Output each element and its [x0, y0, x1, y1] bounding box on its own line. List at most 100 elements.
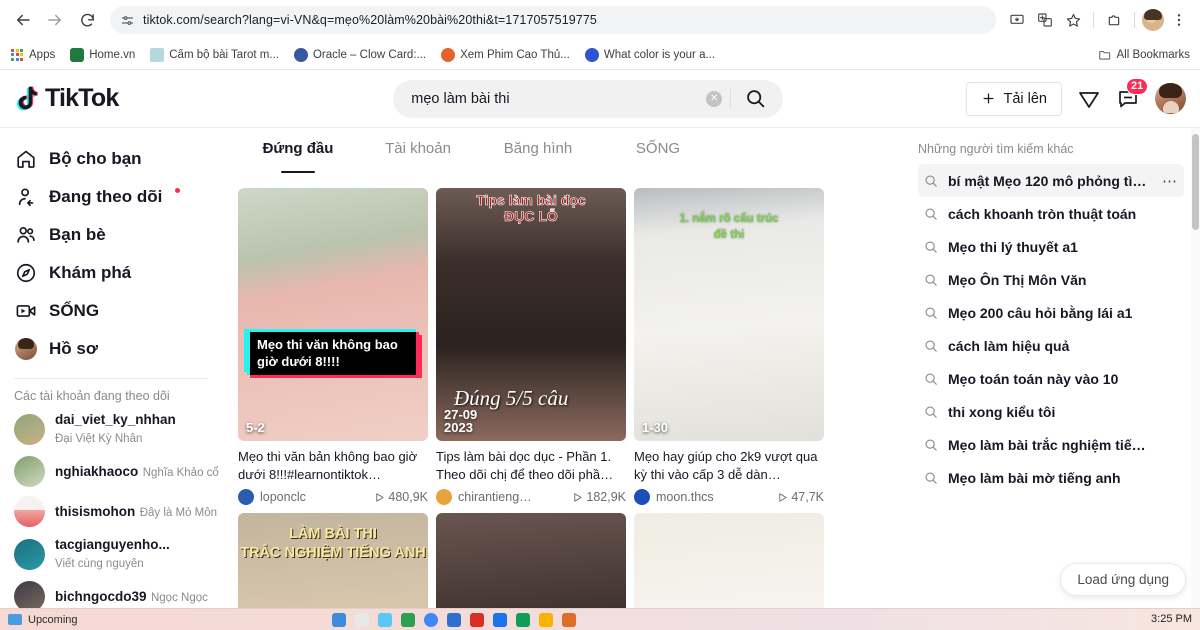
tab-videos[interactable]: Băng hình: [478, 132, 598, 170]
list-item[interactable]: Mẹo thi lý thuyết a1: [918, 230, 1184, 263]
search-icon[interactable]: [731, 82, 779, 116]
bookmark-star-icon[interactable]: [1060, 7, 1086, 33]
taskbar-app-icon[interactable]: [562, 612, 576, 627]
user-avatar[interactable]: [1155, 83, 1186, 114]
taskbar-app-icon[interactable]: [401, 612, 415, 627]
account-name: dai_viet_ky_nhhan: [55, 412, 176, 427]
sidebar-item-following[interactable]: Đang theo dõi: [14, 178, 224, 216]
list-item[interactable]: cách làm hiệu quả: [918, 329, 1184, 362]
taskbar-app-icon[interactable]: [447, 612, 461, 627]
tiktok-logo[interactable]: TikTok: [14, 84, 210, 113]
video-card[interactable]: Mẹo thi văn không bao giờ dưới 8!!!! 5-2…: [238, 188, 428, 505]
video-thumbnail[interactable]: 1. nắm rõ cấu trúc đề thi 1-30: [634, 188, 824, 441]
page-scrollbar[interactable]: [1191, 128, 1200, 630]
sidebar-item-live[interactable]: SỐNG: [14, 292, 224, 330]
list-item[interactable]: thisismohon Đây là Mỏ Môn: [14, 496, 224, 527]
thumbnail-overlay-text: 1. nắm rõ cấu trúc đề thi: [679, 213, 779, 241]
tarot-icon: [150, 47, 165, 62]
account-display-name: Ngọc Ngọc: [150, 591, 208, 604]
install-app-icon[interactable]: [1004, 7, 1030, 33]
tab-top[interactable]: Đứng đầu: [238, 132, 358, 170]
notification-dot: [175, 187, 181, 193]
bookmark-xemphim[interactable]: Xem Phim Cao Thủ...: [441, 47, 570, 62]
video-meta: loponclc 480,9K: [238, 489, 428, 505]
video-author[interactable]: moon.thcs: [656, 490, 771, 504]
wordpress-icon: [293, 47, 308, 62]
toolbar-divider: [1093, 12, 1094, 28]
more-dots-icon[interactable]: ⋯: [1162, 172, 1178, 190]
tiktok-note-icon: [16, 85, 41, 112]
chrome-profile-avatar[interactable]: [1142, 9, 1164, 31]
extensions-icon[interactable]: [1101, 7, 1127, 33]
taskbar-app-icon[interactable]: [355, 612, 369, 627]
taskbar-app-icon[interactable]: [493, 612, 507, 627]
tab-accounts[interactable]: Tài khoản: [358, 132, 478, 170]
translate-icon[interactable]: [1032, 7, 1058, 33]
all-bookmarks-button[interactable]: All Bookmarks: [1098, 48, 1190, 62]
plus-icon: [981, 91, 996, 106]
suggestion-text: cách khoanh tròn thuật toán: [948, 205, 1137, 222]
list-item[interactable]: Mẹo Ôn Thị Môn Văn: [918, 263, 1184, 296]
video-card[interactable]: 1. nắm rõ cấu trúc đề thi 1-30 Mẹo hay g…: [634, 188, 824, 505]
list-item[interactable]: dai_viet_ky_nhhan Đại Việt Kỳ Nhân: [14, 411, 224, 447]
taskbar-app-icon[interactable]: [424, 612, 438, 627]
taskbar-app-icon[interactable]: [516, 612, 530, 627]
upload-button[interactable]: Tải lên: [966, 81, 1062, 116]
bookmark-oracle[interactable]: Oracle – Clow Card:...: [293, 47, 426, 62]
bookmark-tarot[interactable]: Cẩm bộ bài Tarot m...: [150, 47, 279, 62]
forward-arrow-icon[interactable]: [40, 5, 70, 35]
friends-icon: [14, 224, 38, 246]
paper-plane-icon[interactable]: [1077, 87, 1101, 111]
taskbar-clock[interactable]: 3:25 PM: [1151, 613, 1192, 626]
list-item[interactable]: bí mật Mẹo 120 mô phỏng tì… ⋯: [918, 164, 1184, 197]
reload-icon[interactable]: [72, 5, 102, 35]
search-icon: [924, 438, 938, 452]
tab-label: Băng hình: [503, 140, 573, 157]
account-display-name: Đại Việt Kỳ Nhân: [55, 433, 143, 445]
taskbar-app-icon[interactable]: [378, 612, 392, 627]
bookmark-whatcolor[interactable]: What color is your a...: [584, 47, 715, 62]
list-item[interactable]: Mẹo làm bài trắc nghiệm tiế…: [918, 428, 1184, 461]
views-count: 480,9K: [388, 490, 428, 504]
list-item[interactable]: Mẹo toán toán này vào 10: [918, 362, 1184, 395]
load-app-button[interactable]: Load ứng dụng: [1060, 563, 1186, 596]
back-arrow-icon[interactable]: [8, 5, 38, 35]
sidebar-item-for-you[interactable]: Bộ cho bạn: [14, 140, 224, 178]
site-settings-icon[interactable]: [120, 13, 135, 28]
video-thumbnail[interactable]: Tips làm bài đọc ĐỤC LỖ Đúng 5/5 câu 27-…: [436, 188, 626, 441]
avatar: [14, 456, 45, 487]
video-thumbnail[interactable]: Mẹo thi văn không bao giờ dưới 8!!!! 5-2: [238, 188, 428, 441]
taskbar-app-icon[interactable]: [539, 612, 553, 627]
video-date-badge: 1-30: [642, 420, 669, 436]
tab-live[interactable]: SỐNG: [598, 132, 718, 170]
sidebar-item-explore[interactable]: Khám phá: [14, 254, 224, 292]
bookmark-apps[interactable]: Apps: [10, 48, 55, 62]
address-bar[interactable]: tiktok.com/search?lang=vi-VN&q=mẹo%20làm…: [110, 6, 996, 34]
video-author[interactable]: chirantieng…: [458, 490, 566, 504]
list-item[interactable]: nghiakhaoco Nghĩa Khảo cổ: [14, 456, 224, 487]
sidebar-item-friends[interactable]: Bạn bè: [14, 216, 224, 254]
list-item[interactable]: cách khoanh tròn thuật toán: [918, 197, 1184, 230]
clear-circle-icon[interactable]: ✕: [706, 90, 723, 107]
play-icon: [777, 492, 788, 503]
bookmark-home-vn[interactable]: Home.vn: [70, 47, 135, 62]
video-author[interactable]: loponclc: [260, 490, 368, 504]
search-bar[interactable]: mẹo làm bài thi ✕: [393, 79, 784, 118]
list-item[interactable]: thi xong kiểu tôi: [918, 395, 1184, 428]
sidebar-item-profile[interactable]: Hồ sơ: [14, 330, 224, 368]
taskbar-app-icon[interactable]: [470, 612, 484, 627]
play-icon: [572, 492, 583, 503]
tab-label: Đứng đầu: [262, 140, 334, 157]
search-input[interactable]: mẹo làm bài thi: [411, 91, 706, 107]
list-item[interactable]: Mẹo 200 câu hỏi bằng lái a1: [918, 296, 1184, 329]
left-sidebar: Bộ cho bạn Đang theo dõi Bạn bè Khám phá…: [0, 128, 224, 630]
list-item[interactable]: tacgianguyenho... Viết cùng nguyên: [14, 536, 224, 572]
video-card[interactable]: Tips làm bài đọc ĐỤC LỖ Đúng 5/5 câu 27-…: [436, 188, 626, 505]
upcoming-widget[interactable]: Upcoming: [8, 614, 78, 626]
message-badge: 21: [1126, 77, 1149, 95]
list-item[interactable]: Mẹo làm bài mờ tiếng anh: [918, 461, 1184, 494]
chrome-menu-icon[interactable]: [1166, 7, 1192, 33]
live-video-icon: [14, 300, 38, 322]
taskbar-app-icon[interactable]: [332, 612, 346, 627]
message-icon[interactable]: 21: [1116, 77, 1149, 111]
